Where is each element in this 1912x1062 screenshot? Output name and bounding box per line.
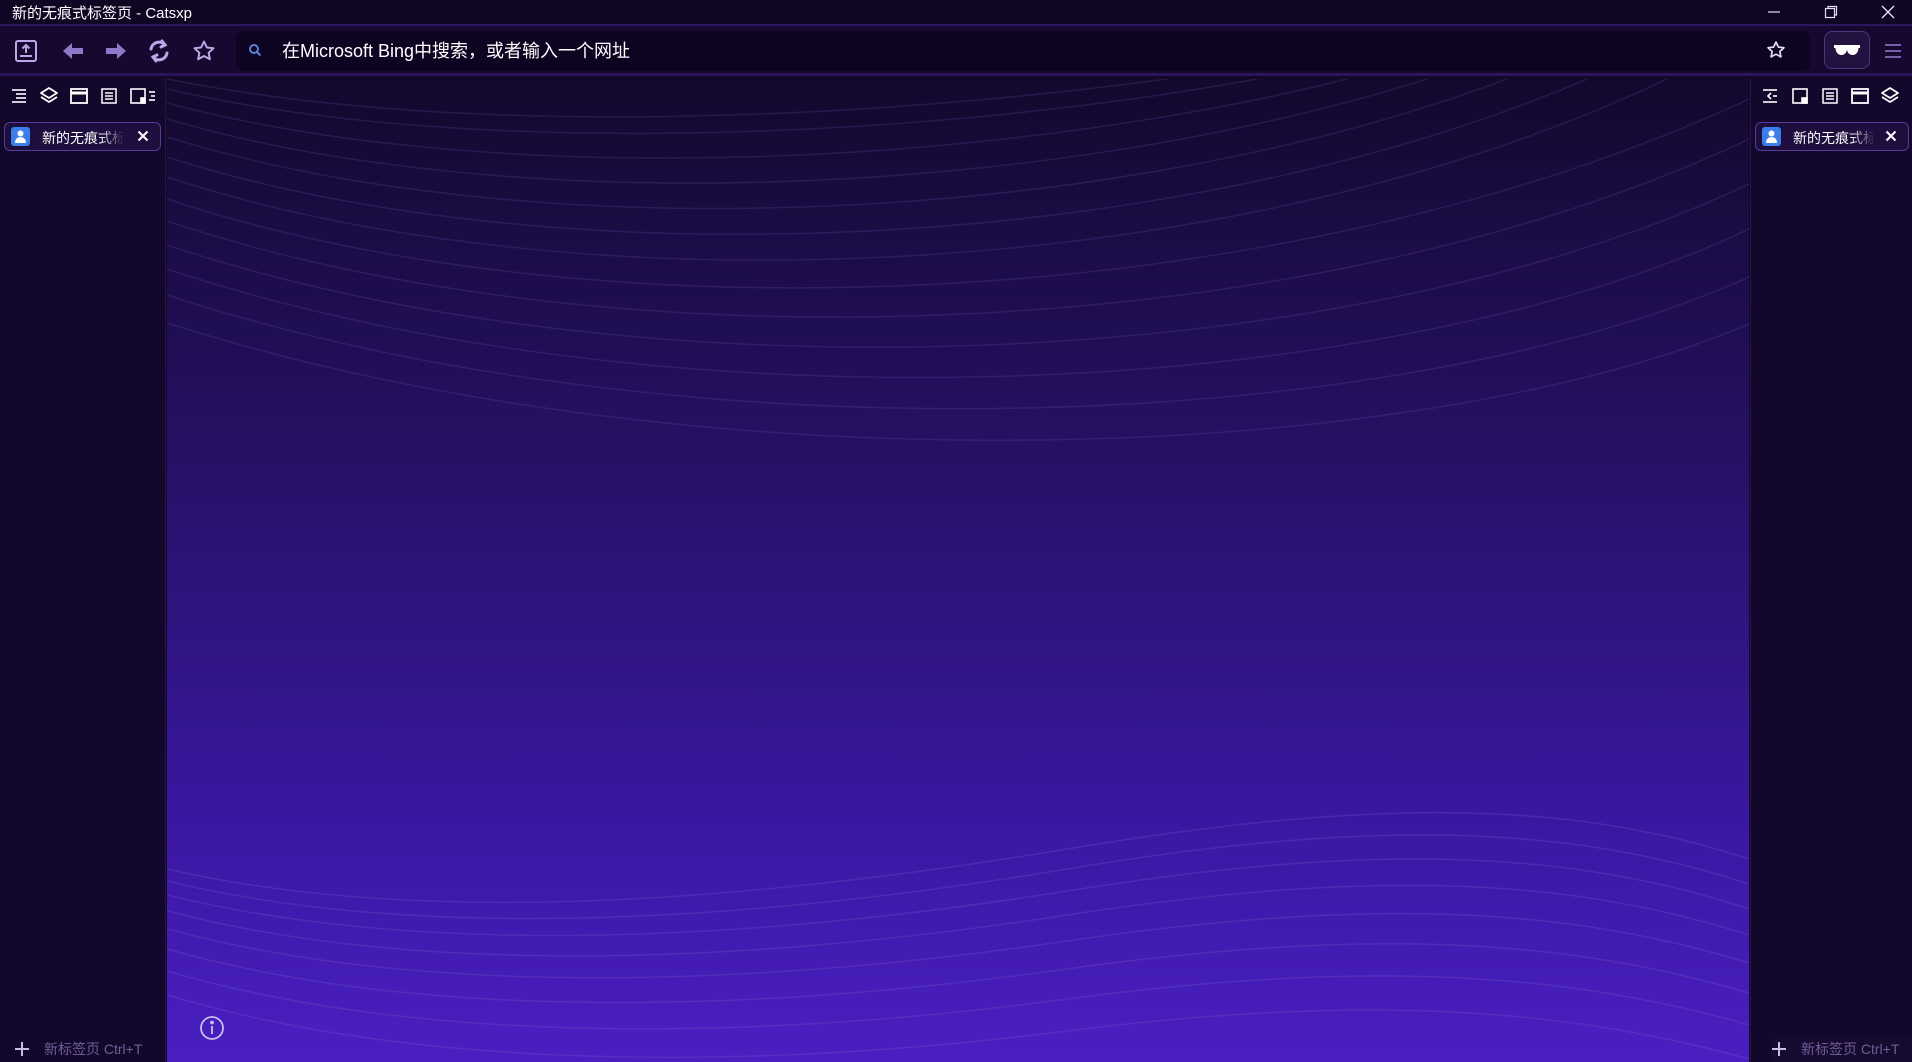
left-tab-panel: 新的无痕式标签页 新标签页 Ctrl+T (0, 79, 166, 1062)
back-button[interactable] (55, 34, 91, 68)
info-button[interactable] (199, 1015, 225, 1041)
panel-layout-button[interactable] (128, 85, 158, 107)
browser-window-icon (70, 88, 88, 104)
incognito-button[interactable] (1824, 31, 1870, 69)
new-tab-label: 新标签页 Ctrl+T (1801, 1041, 1900, 1057)
navigation-bar (0, 24, 1912, 76)
plus-icon (14, 1041, 30, 1057)
address-bar[interactable] (236, 31, 1810, 71)
new-tab-button[interactable]: 新标签页 Ctrl+T (14, 1036, 142, 1062)
reading-list-button[interactable] (98, 85, 120, 107)
bookmark-star-button[interactable] (1766, 40, 1786, 65)
vertical-tab-item[interactable]: 新的无痕式标签页 (1755, 122, 1909, 151)
close-icon (1885, 130, 1897, 142)
arrow-left-icon (63, 43, 83, 59)
address-input[interactable] (282, 35, 1722, 67)
panel-layout-icon (130, 88, 155, 104)
close-tab-button[interactable] (1882, 127, 1900, 145)
right-tab-panel: 新的无痕式标签页 新标签页 Ctrl+T (1750, 79, 1912, 1062)
layers-icon (1881, 87, 1899, 103)
new-tab-label: 新标签页 Ctrl+T (44, 1041, 143, 1057)
incognito-favicon-icon (1762, 127, 1781, 146)
minimize-button[interactable] (1746, 0, 1802, 24)
close-icon (137, 130, 149, 142)
close-tab-button[interactable] (134, 127, 152, 145)
tab-title: 新的无痕式标签页 (42, 130, 124, 146)
window-view-button[interactable] (68, 85, 90, 107)
sidebar-toggle-button[interactable] (8, 34, 44, 68)
window-title: 新的无痕式标签页 - Catsxp (12, 5, 193, 22)
list-collapse-icon (1763, 89, 1777, 103)
reload-button[interactable] (141, 34, 177, 68)
plus-icon (1771, 1041, 1787, 1057)
minimize-icon (1768, 11, 1780, 13)
forward-button[interactable] (98, 34, 134, 68)
tab-title: 新的无痕式标签页 (1793, 130, 1875, 146)
browser-window: 新的无痕式标签页 - Catsxp 在Microsoft Bing中搜索，或者输… (0, 0, 1912, 1062)
close-window-button[interactable] (1860, 0, 1912, 24)
vertical-tab-item[interactable]: 新的无痕式标签页 (4, 122, 161, 151)
background-waves-graphic (167, 79, 1749, 1060)
panel-toggle-icon (15, 40, 37, 62)
hamburger-menu-icon (1885, 44, 1901, 58)
layers-icon (40, 87, 58, 103)
panel-layout-button[interactable] (1789, 85, 1811, 107)
incognito-new-tab-page (167, 79, 1749, 1062)
main-menu-button[interactable] (1876, 34, 1910, 68)
list-indent-icon (12, 89, 26, 103)
restore-icon (1824, 5, 1838, 19)
incognito-glasses-icon (1834, 45, 1860, 55)
restore-button[interactable] (1803, 0, 1859, 24)
new-tab-button[interactable]: 新标签页 Ctrl+T (1771, 1036, 1911, 1062)
close-icon (1881, 5, 1895, 19)
tab-list-toggle-button[interactable] (1759, 85, 1781, 107)
bookmark-page-button[interactable] (186, 34, 222, 68)
title-bar: 新的无痕式标签页 - Catsxp (0, 0, 1912, 24)
star-outline-icon (193, 40, 215, 61)
search-icon (248, 43, 262, 62)
tab-list-toggle-button[interactable] (8, 85, 30, 107)
window-view-button[interactable] (1849, 85, 1871, 107)
right-panel-toolbar (1759, 85, 1901, 111)
panel-layout-icon (1792, 88, 1808, 104)
tab-groups-button[interactable] (38, 85, 60, 107)
tab-groups-button[interactable] (1879, 85, 1901, 107)
left-panel-toolbar (8, 85, 158, 111)
info-icon (200, 1016, 224, 1040)
browser-window-icon (1851, 88, 1869, 104)
document-list-icon (101, 88, 117, 104)
incognito-favicon-icon (11, 127, 30, 146)
reading-list-button[interactable] (1819, 85, 1841, 107)
star-icon (1767, 41, 1785, 58)
arrow-right-icon (106, 43, 126, 59)
reload-icon (149, 39, 169, 63)
document-list-icon (1822, 88, 1838, 104)
